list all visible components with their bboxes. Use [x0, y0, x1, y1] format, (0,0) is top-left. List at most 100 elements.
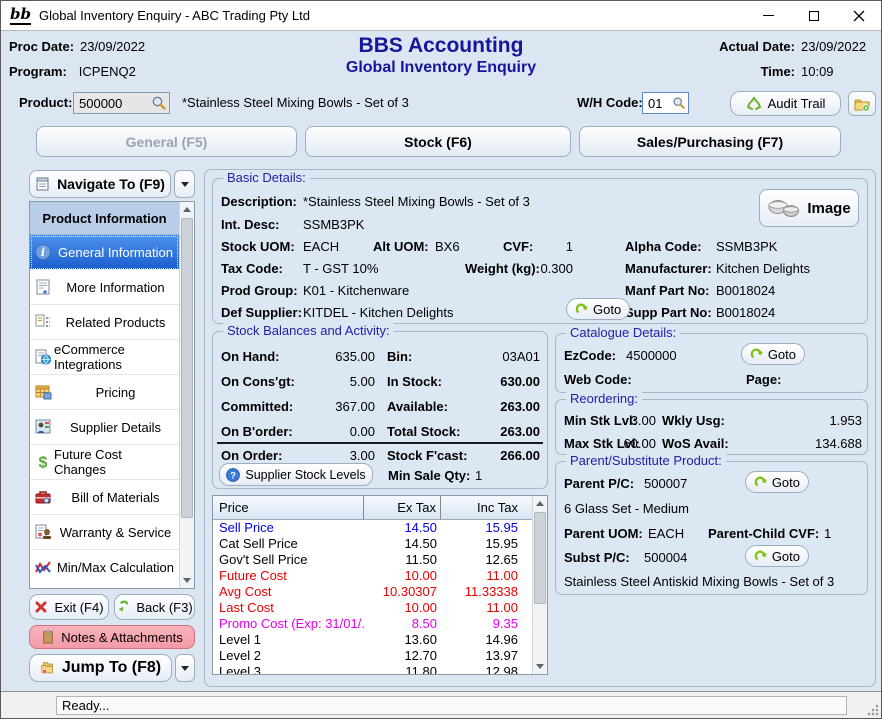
alt-uom-value: BX6 — [435, 237, 460, 256]
search-icon[interactable] — [672, 96, 686, 110]
wh-code-input[interactable]: 01 — [642, 92, 689, 114]
stock-balances-group: Stock Balances and Activity: On Hand: 63… — [212, 331, 548, 489]
arrow-up-icon — [536, 501, 544, 506]
open-folder-button[interactable] — [848, 91, 876, 116]
price-column-header[interactable]: Price — [213, 496, 364, 519]
jump-dropdown-button[interactable] — [175, 654, 195, 682]
price-name: Cat Sell Price — [213, 536, 364, 552]
goto-label: Goto — [593, 302, 621, 317]
sidebar-item-warranty-service[interactable]: Warranty & Service — [30, 515, 179, 550]
recycle-icon — [746, 96, 762, 112]
close-button[interactable] — [836, 1, 881, 30]
sidebar-item-general-information[interactable]: i General Information — [30, 235, 179, 270]
jump-to-label: Jump To (F8) — [62, 659, 161, 677]
parent-goto-button[interactable]: Goto — [745, 471, 809, 493]
close-icon — [852, 9, 866, 23]
scroll-down-button[interactable] — [533, 659, 547, 674]
sidebar-item-ecommerce-integrations[interactable]: eCommerce Integrations — [30, 340, 179, 375]
price-row[interactable]: Last Cost10.0011.00 — [213, 600, 532, 616]
navigate-dropdown-button[interactable] — [174, 170, 195, 198]
sidebar-item-future-cost-changes[interactable]: $ Future Cost Changes — [30, 445, 179, 480]
exit-button[interactable]: Exit (F4) — [29, 594, 109, 620]
price-row[interactable]: Cat Sell Price14.5015.95 — [213, 536, 532, 552]
inc-tax-value: 15.95 — [441, 536, 532, 552]
scroll-up-button[interactable] — [533, 496, 547, 511]
tab-sales-purchasing[interactable]: Sales/Purchasing (F7) — [579, 126, 841, 157]
scroll-up-button[interactable] — [180, 202, 194, 217]
parent-uom-value: EACH — [648, 524, 684, 543]
notes-attachments-button[interactable]: Notes & Attachments — [29, 625, 195, 649]
ex-tax-column-header[interactable]: Ex Tax — [364, 496, 441, 519]
goto-label: Goto — [768, 347, 796, 362]
sidebar-item-related-products[interactable]: Related Products — [30, 305, 179, 340]
ezcode-label: EzCode: — [564, 346, 616, 365]
search-icon[interactable] — [151, 95, 167, 111]
price-row[interactable]: Sell Price14.5015.95 — [213, 520, 532, 536]
navigate-to-button[interactable]: Navigate To (F9) — [29, 170, 171, 198]
inc-tax-column-header[interactable]: Inc Tax — [441, 496, 532, 519]
folder-add-icon — [854, 96, 870, 112]
minimize-icon — [763, 15, 774, 16]
sidebar-scrollbar[interactable] — [179, 202, 194, 588]
goto-arrow-icon — [754, 549, 768, 563]
price-row[interactable]: Gov't Sell Price11.5012.65 — [213, 552, 532, 568]
price-row[interactable]: Level 113.6014.96 — [213, 632, 532, 648]
sidebar-item-pricing[interactable]: Pricing — [30, 375, 179, 410]
sidebar-item-supplier-details[interactable]: Supplier Details — [30, 410, 179, 445]
image-button[interactable]: Image — [759, 189, 859, 227]
price-row[interactable]: Level 212.7013.97 — [213, 648, 532, 664]
svg-text:?: ? — [230, 470, 236, 481]
resize-grip[interactable] — [867, 704, 879, 716]
sidebar-item-minmax-calculation[interactable]: Min/Max Calculation — [30, 550, 179, 585]
reordering-group: Reordering: Min Stk Lvl: 3.00 Wkly Usg: … — [555, 399, 868, 455]
sidebar-item-label: Pricing — [96, 385, 136, 400]
price-table-scrollbar[interactable] — [532, 496, 547, 674]
parent-pc-value: 500007 — [644, 474, 687, 493]
maximize-button[interactable] — [791, 1, 836, 30]
min-sale-qty-label: Min Sale Qty: — [388, 466, 470, 485]
price-row[interactable]: Level 311.8012.98 — [213, 664, 532, 674]
minimize-button[interactable] — [746, 1, 791, 30]
scrollbar-thumb[interactable] — [534, 512, 546, 604]
parent-description: 6 Glass Set - Medium — [564, 499, 689, 518]
reordering-title: Reordering: — [566, 391, 642, 407]
on-backorder-label: On B'order: — [221, 422, 293, 441]
goto-label: Goto — [772, 475, 800, 490]
wkly-usg-label: Wkly Usg: — [662, 411, 725, 430]
main-content-panel: Basic Details: Description: *Stainless S… — [204, 169, 876, 687]
in-stock-label: In Stock: — [387, 372, 442, 391]
stock-forecast-value: 266.00 — [466, 446, 540, 465]
screen-title: Global Inventory Enquiry — [201, 58, 681, 78]
catalogue-goto-button[interactable]: Goto — [741, 343, 805, 365]
supplier-goto-button[interactable]: Goto — [566, 298, 630, 320]
inc-tax-value: 11.00 — [441, 600, 532, 616]
jump-to-button[interactable]: Jump To (F8) — [29, 654, 172, 682]
navigation-list: Product Information i General Informatio… — [29, 201, 195, 589]
stock-balances-title: Stock Balances and Activity: — [223, 323, 394, 339]
back-button[interactable]: Back (F3) — [114, 594, 195, 620]
product-input[interactable]: 500000 — [73, 92, 170, 114]
inc-tax-value: 12.98 — [441, 664, 532, 674]
scroll-down-button[interactable] — [180, 573, 194, 588]
inc-tax-value: 9.35 — [441, 616, 532, 632]
price-row[interactable]: Promo Cost (Exp: 31/01/...8.509.35 — [213, 616, 532, 632]
audit-trail-button[interactable]: Audit Trail — [730, 91, 841, 116]
sidebar-item-bill-of-materials[interactable]: Bill of Materials — [30, 480, 179, 515]
wkly-usg-value: 1.953 — [792, 411, 862, 430]
total-stock-value: 263.00 — [466, 422, 540, 441]
parent-substitute-title: Parent/Substitute Product: — [566, 453, 726, 469]
price-row[interactable]: Avg Cost10.3030711.33338 — [213, 584, 532, 600]
basic-details-title: Basic Details: — [223, 170, 310, 186]
supplier-stock-levels-button[interactable]: ? Supplier Stock Levels — [219, 463, 373, 486]
separator-line — [217, 442, 543, 444]
tab-general[interactable]: General (F5) — [36, 126, 297, 157]
sidebar-item-label: More Information — [66, 280, 164, 295]
substitute-goto-button[interactable]: Goto — [745, 545, 809, 567]
price-row[interactable]: Future Cost10.0011.00 — [213, 568, 532, 584]
sidebar-item-more-information[interactable]: More Information — [30, 270, 179, 305]
status-message: Ready... — [56, 696, 847, 715]
scrollbar-thumb[interactable] — [181, 218, 193, 518]
tab-general-label: General (F5) — [126, 134, 208, 150]
tab-stock[interactable]: Stock (F6) — [305, 126, 571, 157]
manf-part-label: Manf Part No: — [625, 281, 710, 300]
